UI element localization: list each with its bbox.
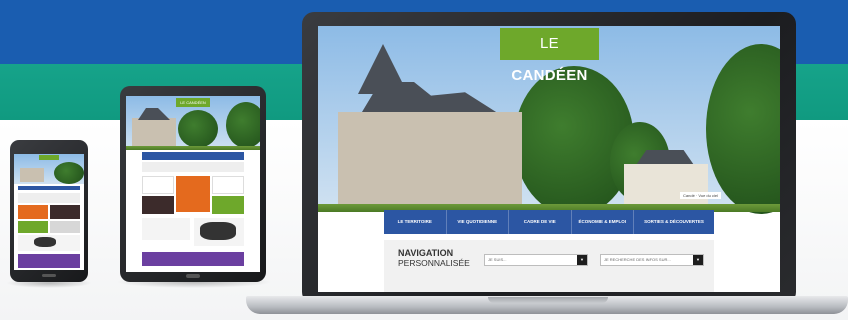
phone-tile-dark <box>50 205 80 219</box>
phone-screen <box>14 154 84 270</box>
phone-hero-tree <box>54 162 84 184</box>
laptop-notch <box>488 297 608 303</box>
phone-nav-bar <box>18 186 80 190</box>
hero-castle <box>338 112 522 204</box>
topic-select[interactable]: JE RECHERCHE DES INFOS SUR... ▼ <box>600 254 704 266</box>
tablet-hero-tree <box>178 110 218 148</box>
tablet-tile-dark <box>142 196 174 214</box>
tablet-footer-purple <box>142 252 244 266</box>
nav-item-economie-emploi[interactable]: ÉCONOMIE & EMPLOI <box>572 210 635 234</box>
tablet-screen: LE CANDÉEN <box>126 96 260 272</box>
tablet-map-shape <box>200 222 236 240</box>
tablet-text-block <box>142 218 190 240</box>
tablet-news-card <box>142 176 174 194</box>
logo-name: CANDÉEN <box>511 67 588 84</box>
main-navigation: LE TERRITOIRE VIE QUOTIDIENNE CADRE DE V… <box>384 210 714 234</box>
hero-caption: Candé · Vue du ciel <box>680 192 721 199</box>
nav-item-cadre-de-vie[interactable]: CADRE DE VIE <box>509 210 572 234</box>
phone-tile-orange <box>18 205 48 219</box>
phone-tile-green <box>18 221 48 233</box>
profile-select-value: JE SUIS... <box>488 257 507 262</box>
personalized-navigation-title: NAVIGATION PERSONNALISÉE <box>398 248 470 268</box>
phone-tile-grey <box>50 221 80 233</box>
phone-home-button <box>42 274 56 277</box>
title-line-2: PERSONNALISÉE <box>398 258 470 268</box>
phone-logo <box>39 155 59 160</box>
tablet-hero-castle <box>132 118 176 148</box>
tablet-hero-lawn <box>126 146 260 150</box>
chevron-down-icon: ▼ <box>693 255 703 265</box>
topic-select-value: JE RECHERCHE DES INFOS SUR... <box>604 257 671 262</box>
chevron-down-icon: ▼ <box>577 255 587 265</box>
tablet-tile-green <box>212 196 244 214</box>
nav-item-sorties-decouvertes[interactable]: SORTIES & DÉCOUVERTES <box>634 210 714 234</box>
nav-item-vie-quotidienne[interactable]: VIE QUOTIDIENNE <box>447 210 510 234</box>
site-logo[interactable]: LE CANDÉEN <box>500 28 599 84</box>
phone-map-shape <box>34 237 56 247</box>
profile-select[interactable]: JE SUIS... ▼ <box>484 254 588 266</box>
phone-panel <box>18 193 80 203</box>
tablet-hero-tree-right <box>226 102 260 148</box>
tablet-logo: LE CANDÉEN <box>176 98 210 107</box>
tablet-nav-bar <box>142 152 244 160</box>
phone-hero-castle <box>20 168 44 182</box>
tablet-card-right <box>212 176 244 194</box>
laptop-screen: Candé · Vue du ciel LE CANDÉEN LE TERRIT… <box>318 26 780 292</box>
tablet-home-button <box>186 274 200 278</box>
phone-footer-purple <box>18 254 80 268</box>
tablet-panel <box>142 162 244 172</box>
title-line-1: NAVIGATION <box>398 248 454 258</box>
logo-prefix: LE <box>540 35 559 52</box>
tablet-tile-orange <box>176 176 210 212</box>
nav-item-territoire[interactable]: LE TERRITOIRE <box>384 210 447 234</box>
personalized-navigation-panel: NAVIGATION PERSONNALISÉE JE SUIS... ▼ JE… <box>384 240 714 292</box>
